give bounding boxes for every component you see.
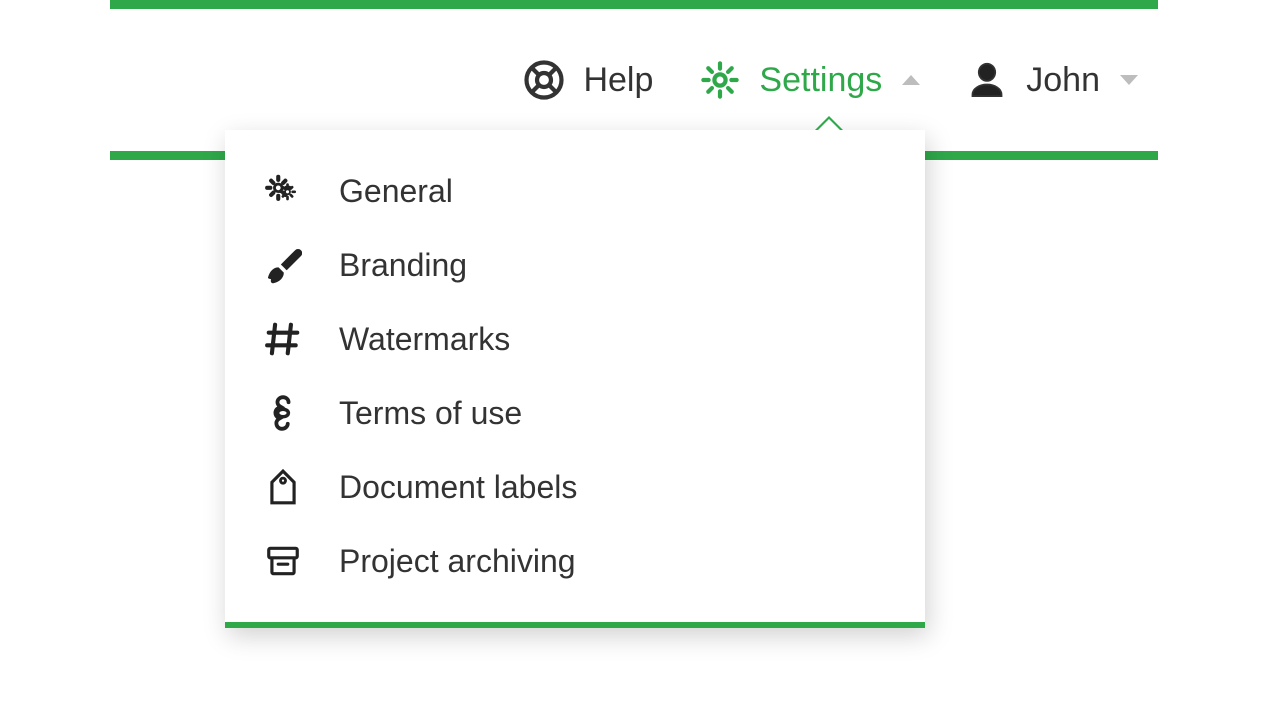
settings-menu-watermarks[interactable]: Watermarks [225, 302, 925, 376]
menu-item-label: Branding [339, 247, 467, 284]
tag-icon [261, 468, 305, 506]
user-name: John [1026, 63, 1100, 97]
settings-menu-project-archiving[interactable]: Project archiving [225, 524, 925, 598]
settings-menu: General Branding Watermarks [225, 130, 925, 622]
settings-menu-branding[interactable]: Branding [225, 228, 925, 302]
gear-icon [699, 59, 741, 101]
menu-item-label: Terms of use [339, 395, 522, 432]
paint-brush-icon [261, 246, 305, 284]
help-label: Help [583, 63, 653, 97]
section-sign-icon [261, 394, 305, 432]
user-icon [966, 59, 1008, 101]
dropdown-notch-inner [817, 119, 841, 131]
gears-icon [261, 172, 305, 210]
settings-menu-terms[interactable]: Terms of use [225, 376, 925, 450]
life-ring-icon [523, 59, 565, 101]
hash-icon [261, 320, 305, 358]
caret-up-icon [902, 75, 920, 85]
menu-item-label: Watermarks [339, 321, 510, 358]
menu-item-label: Project archiving [339, 543, 576, 580]
settings-menu-general[interactable]: General [225, 154, 925, 228]
user-menu-button[interactable]: John [966, 59, 1138, 101]
menu-item-label: Document labels [339, 469, 577, 506]
settings-dropdown: General Branding Watermarks [225, 130, 925, 628]
settings-button[interactable]: Settings [699, 59, 920, 101]
help-button[interactable]: Help [523, 59, 653, 101]
caret-down-icon [1120, 75, 1138, 85]
header-accent-top [110, 0, 1158, 9]
settings-label: Settings [759, 63, 882, 97]
archive-box-icon [261, 542, 305, 580]
menu-item-label: General [339, 173, 453, 210]
header-nav: Help Settings [523, 59, 1138, 101]
settings-menu-document-labels[interactable]: Document labels [225, 450, 925, 524]
